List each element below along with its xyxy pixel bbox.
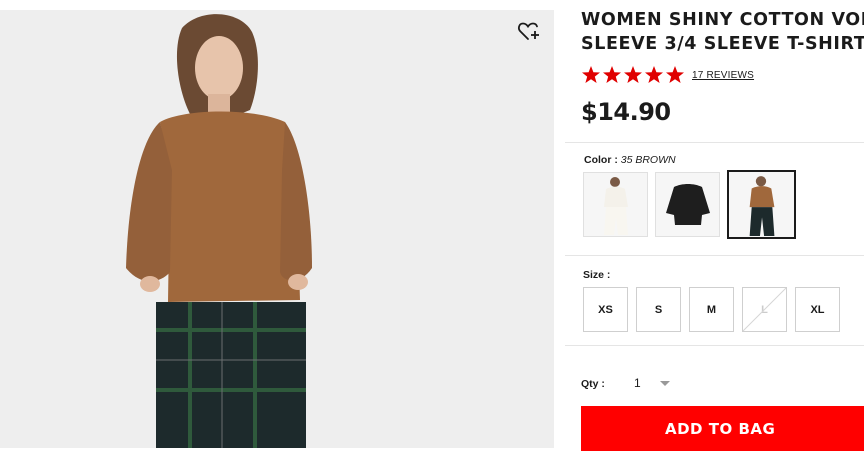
unavailable-slash-icon	[743, 288, 786, 331]
star-icon	[666, 66, 684, 83]
quantity-value: 1	[634, 376, 641, 390]
model-photo	[0, 10, 554, 448]
selected-color-name: 35 BROWN	[620, 154, 676, 166]
size-option-m[interactable]: M	[689, 287, 734, 332]
color-swatch-white[interactable]	[583, 172, 648, 237]
star-icon	[582, 66, 600, 83]
color-label: Color : 35 BROWN	[584, 154, 676, 166]
favorite-heart-icon[interactable]	[516, 18, 542, 44]
size-option-label: XS	[598, 303, 613, 316]
quantity-label: Qty :	[581, 378, 605, 390]
swatch-thumbnail	[729, 172, 794, 237]
swatch-thumbnail	[656, 173, 719, 236]
color-swatch-brown[interactable]	[727, 170, 796, 239]
size-option-xl[interactable]: XL	[795, 287, 840, 332]
star-icon	[603, 66, 621, 83]
reviews-link[interactable]: 17 REVIEWS	[692, 70, 754, 81]
star-icon	[645, 66, 663, 83]
product-price: $14.90	[581, 98, 671, 126]
size-label: Size :	[583, 269, 611, 281]
size-option-label: S	[654, 303, 663, 316]
divider	[565, 345, 864, 346]
color-label-text: Color :	[584, 154, 618, 166]
product-image	[0, 10, 554, 448]
size-option-label: XL	[810, 303, 825, 316]
size-option-label: M	[706, 303, 717, 316]
quantity-select[interactable]: 1	[634, 374, 678, 392]
size-options: XS S M L XL	[583, 287, 840, 332]
add-to-bag-button[interactable]: ADD TO BAG	[581, 406, 864, 451]
color-swatches	[583, 170, 796, 239]
divider	[565, 142, 864, 143]
rating-stars	[581, 65, 685, 85]
size-option-l[interactable]: L	[742, 287, 787, 332]
size-option-xs[interactable]: XS	[583, 287, 628, 332]
rating-row: 17 REVIEWS	[581, 65, 754, 85]
chevron-down-icon	[659, 380, 670, 386]
color-swatch-black[interactable]	[655, 172, 720, 237]
product-title: WOMEN SHINY COTTON VOLUME SLEEVE 3/4 SLE…	[581, 8, 864, 56]
divider	[565, 255, 864, 256]
star-icon	[624, 66, 642, 83]
product-title-line-2: SLEEVE 3/4 SLEEVE T-SHIRT	[581, 34, 864, 54]
swatch-thumbnail	[584, 173, 647, 236]
product-title-line-1: WOMEN SHINY COTTON VOLUME	[581, 10, 864, 30]
size-option-s[interactable]: S	[636, 287, 681, 332]
